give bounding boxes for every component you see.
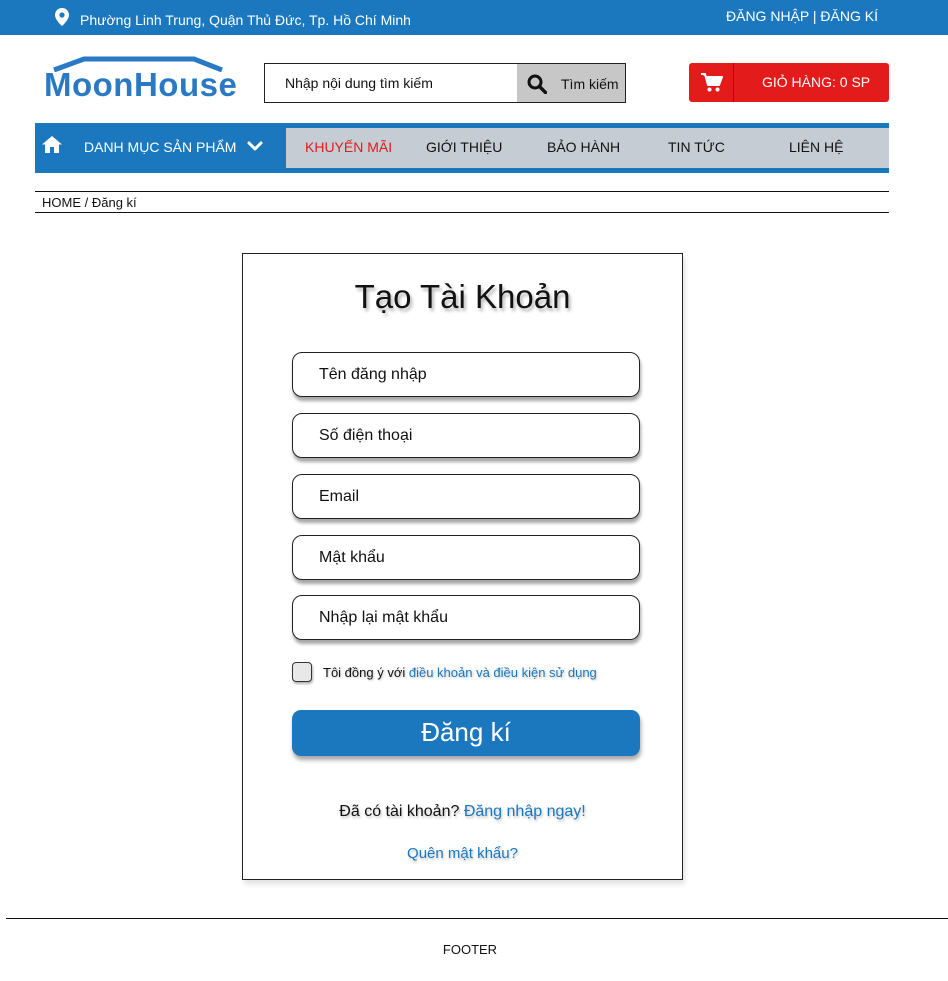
breadcrumb-trail: HOME / Đăng kí (42, 195, 137, 210)
email-field[interactable] (293, 475, 639, 518)
terms-checkbox[interactable] (292, 662, 312, 682)
footer-divider (6, 918, 948, 919)
shopping-cart-icon (701, 73, 723, 92)
logo-text: MoonHouse (44, 66, 238, 103)
register-link[interactable]: ĐĂNG KÍ (820, 8, 878, 24)
search-bar: Tìm kiếm (264, 63, 626, 103)
confirm-password-field[interactable] (293, 596, 639, 639)
have-account-text: Đã có tài khoản? (339, 803, 460, 820)
auth-separator: | (808, 8, 821, 24)
auth-links: ĐĂNG NHẬP | ĐĂNG KÍ (726, 8, 878, 24)
password-field-wrap (292, 535, 640, 580)
terms-text: Tôi đồng ý với điều khoản và điều kiện s… (323, 665, 597, 680)
terms-link[interactable]: điều khoản và điều kiện sử dụng (409, 665, 597, 680)
search-button-label: Tìm kiếm (561, 76, 619, 92)
nav-item-news[interactable]: TIN TỨC (668, 139, 725, 155)
home-icon[interactable] (42, 136, 62, 153)
main-nav: DANH MỤC SẢN PHẨM KHUYẾN MÃI GIỚI THIỆU … (35, 123, 889, 173)
footer: FOOTER (442, 942, 498, 957)
search-button[interactable]: Tìm kiếm (517, 64, 625, 102)
moonhouse-logo[interactable]: MoonHouse (44, 56, 238, 103)
search-input[interactable] (265, 64, 517, 102)
login-prompt: Đã có tài khoản? Đăng nhập ngay! (243, 803, 682, 821)
cart-button[interactable]: GIỎ HÀNG: 0 SP (689, 63, 889, 102)
register-card: Tạo Tài Khoản Tôi đồng ý với điều khoản … (242, 253, 683, 880)
forgot-password-link[interactable]: Quên mật khẩu? (243, 845, 682, 862)
top-bar: Phường Linh Trung, Quận Thủ Đức, Tp. Hồ … (0, 0, 948, 35)
cart-icon-box (689, 63, 734, 102)
breadcrumb-separator: / (81, 195, 92, 210)
cart-label: GIỎ HÀNG: 0 SP (762, 74, 871, 90)
search-icon (527, 74, 547, 94)
store-address: Phường Linh Trung, Quận Thủ Đức, Tp. Hồ … (80, 12, 411, 28)
confirm-password-field-wrap (292, 595, 640, 640)
nav-item-promotions[interactable]: KHUYẾN MÃI (305, 139, 392, 155)
password-field[interactable] (293, 536, 639, 579)
page-title: Tạo Tài Khoản (354, 278, 571, 315)
login-link[interactable]: ĐĂNG NHẬP (726, 8, 809, 24)
phone-field[interactable] (293, 414, 639, 457)
nav-item-warranty[interactable]: BẢO HÀNH (547, 139, 620, 155)
nav-item-contact[interactable]: LIÊN HỆ (789, 139, 843, 155)
login-now-link[interactable]: Đăng nhập ngay! (464, 803, 586, 820)
breadcrumb-home[interactable]: HOME (42, 195, 81, 210)
breadcrumb: HOME / Đăng kí (35, 191, 889, 213)
nav-item-about[interactable]: GIỚI THIỆU (426, 139, 502, 155)
category-menu-label[interactable]: DANH MỤC SẢN PHẨM (84, 139, 236, 155)
nav-menu: KHUYẾN MÃI GIỚI THIỆU BẢO HÀNH TIN TỨC L… (286, 128, 889, 168)
phone-field-wrap (292, 413, 640, 458)
breadcrumb-current: Đăng kí (91, 195, 137, 210)
location-pin-icon (55, 8, 69, 26)
username-field-wrap (292, 352, 640, 397)
email-field-wrap (292, 474, 640, 519)
register-button[interactable]: Đăng kí (292, 710, 640, 756)
terms-agreement: Tôi đồng ý với điều khoản và điều kiện s… (292, 662, 652, 686)
terms-prefix: Tôi đồng ý với (323, 665, 409, 680)
username-field[interactable] (293, 353, 639, 396)
chevron-down-icon[interactable] (247, 141, 263, 151)
